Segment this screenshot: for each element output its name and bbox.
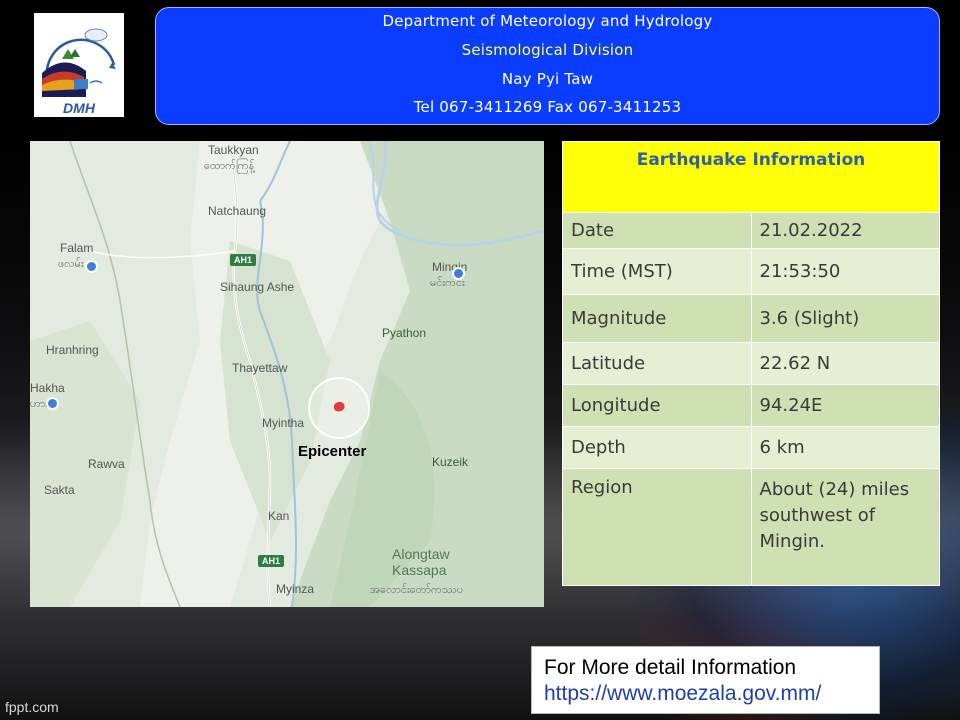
place-taukkyan: Taukkyan bbox=[208, 143, 259, 157]
row-label-region: Region bbox=[562, 468, 752, 586]
place-falam: Falam bbox=[60, 241, 94, 255]
row-label-latitude: Latitude bbox=[562, 342, 752, 385]
info-title: Earthquake Information bbox=[562, 141, 940, 213]
more-info-box: For More detail Information https://www.… bbox=[531, 646, 880, 714]
earthquake-info-table: Earthquake Information Date 21.02.2022 T… bbox=[562, 141, 940, 586]
division-name: Seismological Division bbox=[461, 41, 634, 59]
row-label-time: Time (MST) bbox=[562, 248, 752, 295]
falam-pin-icon bbox=[85, 260, 98, 273]
department-name: Department of Meteorology and Hydrology bbox=[382, 12, 713, 30]
place-myinza: Myinza bbox=[276, 582, 315, 596]
row-value-latitude: 22.62 N bbox=[750, 342, 940, 385]
place-falam-mm: ဖလမ်း bbox=[58, 258, 84, 270]
place-sakta: Sakta bbox=[44, 483, 75, 497]
row-value-longitude: 94.24E bbox=[750, 384, 940, 427]
place-alongtaw-kassapa-mm: အလောင်းတော်ကဿပ bbox=[370, 584, 464, 596]
place-alongtaw-kassapa: Alongtaw Kassapa bbox=[392, 546, 450, 578]
row-label-magnitude: Magnitude bbox=[562, 294, 752, 343]
table-row: Region About (24) miles southwest of Min… bbox=[562, 468, 940, 586]
place-hakha: Hakha bbox=[30, 381, 65, 395]
website-link[interactable]: https://www.moezala.gov.mm/ bbox=[544, 681, 879, 707]
logo-text: DMH bbox=[63, 100, 96, 116]
place-sihaung-ashe: Sihaung Ashe bbox=[220, 280, 295, 294]
place-myintha: Myintha bbox=[262, 416, 305, 430]
row-label-depth: Depth bbox=[562, 426, 752, 469]
place-thayettaw: Thayettaw bbox=[232, 361, 288, 375]
table-row: Longitude 94.24E bbox=[562, 384, 940, 427]
table-row: Latitude 22.62 N bbox=[562, 342, 940, 385]
row-value-magnitude: 3.6 (Slight) bbox=[750, 294, 940, 343]
city-name: Nay Pyi Taw bbox=[501, 70, 594, 88]
row-value-date: 21.02.2022 bbox=[750, 212, 940, 249]
contact-info: Tel 067-3411269 Fax 067-3411253 bbox=[413, 98, 682, 116]
hakha-pin-icon bbox=[46, 397, 59, 410]
place-hranhring: Hranhring bbox=[46, 343, 99, 357]
table-row: Magnitude 3.6 (Slight) bbox=[562, 294, 940, 343]
place-kan: Kan bbox=[268, 509, 290, 523]
row-value-time: 21:53:50 bbox=[750, 248, 940, 295]
fppt-watermark: fppt.com bbox=[5, 699, 59, 715]
row-value-region: About (24) miles southwest of Mingin. bbox=[750, 468, 940, 586]
highway-badge-top: AH1 bbox=[230, 254, 257, 266]
place-rawva: Rawva bbox=[88, 457, 125, 471]
place-kuzeik: Kuzeik bbox=[432, 455, 469, 469]
highway-badge-bottom: AH1 bbox=[258, 555, 285, 567]
dmh-logo: DMH bbox=[34, 13, 124, 117]
header-banner: Department of Meteorology and Hydrology … bbox=[155, 7, 940, 125]
place-natchaung: Natchaung bbox=[208, 204, 267, 218]
table-row: Date 21.02.2022 bbox=[562, 212, 940, 249]
table-row: Time (MST) 21:53:50 bbox=[562, 248, 940, 295]
mingin-pin-icon bbox=[452, 267, 465, 280]
place-taukkyan-mm: ထောက်ကြန့် bbox=[204, 160, 255, 172]
table-row: Depth 6 km bbox=[562, 426, 940, 469]
row-label-longitude: Longitude bbox=[562, 384, 752, 427]
row-value-depth: 6 km bbox=[750, 426, 940, 469]
more-info-text: For More detail Information bbox=[544, 656, 797, 679]
row-label-date: Date bbox=[562, 212, 752, 249]
place-pyathon: Pyathon bbox=[382, 326, 427, 340]
epicenter-label: Epicenter bbox=[298, 443, 367, 460]
epicenter-map: Taukkyan ထောက်ကြန့် Natchaung Falam ဖလမ်… bbox=[30, 141, 544, 607]
